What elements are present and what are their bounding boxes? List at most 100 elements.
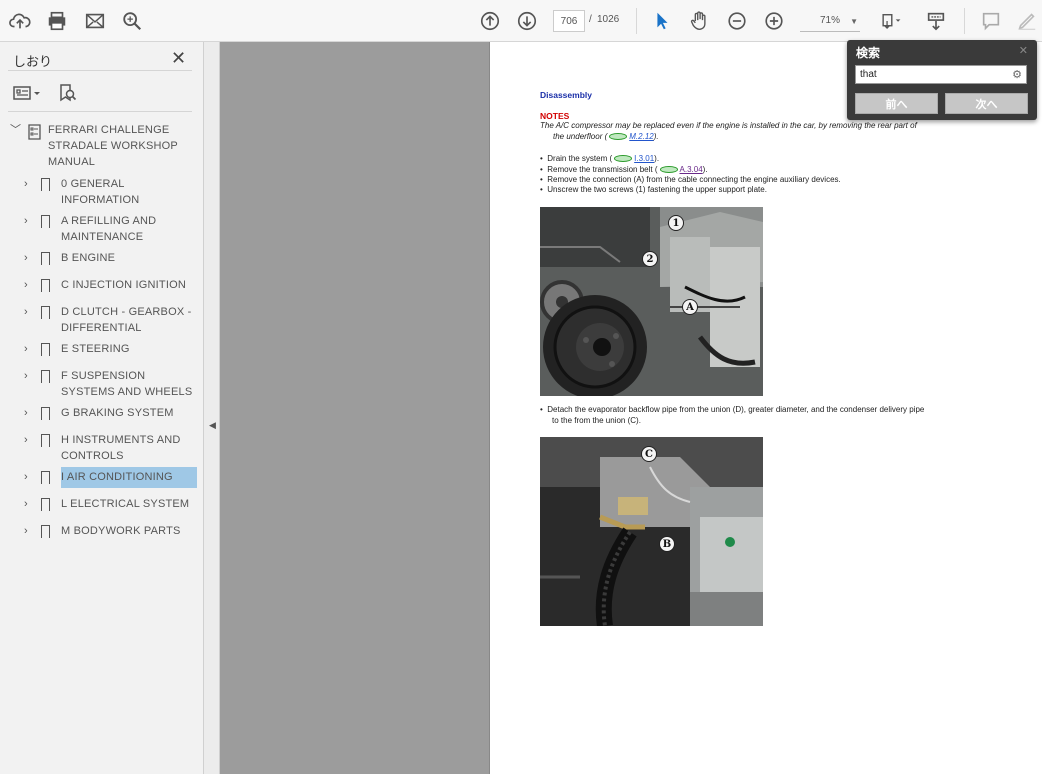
- bullet-text: Detach the evaporator backflow pipe from…: [547, 405, 925, 414]
- notes-close: ).: [653, 132, 659, 141]
- page-number-input[interactable]: 706: [553, 10, 585, 32]
- bookmark-icon: [41, 498, 50, 515]
- chevron-right-icon[interactable]: ›: [24, 496, 28, 512]
- panel-collapse-handle[interactable]: ◀: [204, 42, 220, 774]
- gear-icon[interactable]: ⚙: [1012, 68, 1022, 81]
- main-toolbar: 706 / 1026 71% ▼: [0, 0, 1042, 42]
- zoom-level-value: 71%: [819, 15, 840, 26]
- bullet-item: • Unscrew the two screws (1) fastening t…: [540, 185, 767, 194]
- find-title: 検索: [856, 46, 881, 60]
- bookmark-icon: [41, 306, 50, 323]
- close-icon[interactable]: ✕: [1019, 44, 1028, 57]
- bookmark-label: D CLUTCH - GEARBOX - DIFFERENTIAL: [61, 306, 192, 334]
- zoom-level-select[interactable]: 71% ▼: [800, 10, 860, 32]
- search-icon[interactable]: [120, 9, 144, 33]
- bullet-item: • Remove the connection (A) from the cab…: [540, 175, 841, 184]
- chevron-right-icon[interactable]: ›: [24, 523, 28, 539]
- divider: [8, 70, 192, 71]
- chevron-right-icon[interactable]: ›: [24, 304, 28, 320]
- bookmark-icon: [41, 407, 50, 424]
- bookmark-icon: [41, 434, 50, 451]
- page-separator: /: [589, 14, 592, 25]
- print-icon[interactable]: [45, 9, 69, 33]
- callout-label: B: [659, 536, 675, 552]
- bullet-link[interactable]: A.3.04: [680, 165, 703, 174]
- pdf-page: Disassembly NOTES The A/C compressor may…: [489, 42, 1042, 774]
- chevron-right-icon[interactable]: ›: [24, 277, 28, 293]
- chevron-right-icon[interactable]: ›: [24, 250, 28, 266]
- chevron-right-icon[interactable]: ›: [24, 176, 28, 192]
- zoom-in-icon[interactable]: [762, 9, 786, 33]
- find-input-value: that: [860, 69, 877, 80]
- chevron-right-icon[interactable]: ›: [24, 368, 28, 384]
- bullet-text: Drain the system (: [547, 154, 613, 163]
- bookmark-label: G BRAKING SYSTEM: [61, 407, 174, 419]
- notes-text: The A/C compressor may be replaced even …: [540, 121, 917, 130]
- chevron-right-icon[interactable]: ›: [24, 213, 28, 229]
- bookmark-icon: [41, 370, 50, 387]
- pen-icon[interactable]: [1015, 9, 1039, 33]
- bookmark-icon: [41, 525, 50, 542]
- chevron-right-icon[interactable]: ›: [24, 405, 28, 421]
- bookmark-label: M BODYWORK PARTS: [61, 525, 181, 537]
- bookmark-label: I AIR CONDITIONING: [61, 467, 197, 488]
- section-heading: Disassembly: [540, 90, 592, 100]
- bookmark-options-icon[interactable]: [13, 85, 43, 104]
- comment-icon[interactable]: [979, 9, 1003, 33]
- leaf-link-icon: [659, 166, 678, 174]
- bookmark-label: F SUSPENSION SYSTEMS AND WHEELS: [61, 370, 193, 398]
- cloud-upload-icon[interactable]: [8, 9, 32, 33]
- toolbar-divider: [636, 8, 637, 34]
- notes-title: NOTES: [540, 111, 570, 121]
- scroll-mode-icon[interactable]: [924, 9, 948, 33]
- document-background: [220, 42, 489, 774]
- next-page-icon[interactable]: [515, 9, 539, 33]
- page-total: 1026: [597, 14, 620, 25]
- bookmark-label: B ENGINE: [61, 252, 116, 264]
- callout-label: 2: [642, 251, 658, 267]
- chevron-down-icon: ▼: [850, 17, 858, 26]
- chevron-down-icon[interactable]: ﹀: [10, 122, 21, 138]
- chevron-right-icon[interactable]: ›: [24, 469, 28, 485]
- document-outline-icon: [28, 124, 41, 145]
- bookmark-icon: [41, 343, 50, 360]
- notes-link[interactable]: M.2.12: [629, 132, 653, 141]
- bookmark-label: E STEERING: [61, 343, 130, 355]
- bookmark-icon: [41, 178, 50, 195]
- bookmark-label: 0 GENERAL INFORMATION: [61, 178, 140, 206]
- bullet-text: Remove the transmission belt (: [547, 165, 658, 174]
- engine-photo-1: 1 2 A: [540, 207, 763, 396]
- bullet-tail: ).: [702, 165, 708, 174]
- bullet-item: • Detach the evaporator backflow pipe fr…: [540, 405, 925, 414]
- chevron-right-icon[interactable]: ›: [24, 341, 28, 357]
- bullet-text: Remove the connection (A) from the cable…: [547, 175, 841, 184]
- leaf-link-icon: [614, 155, 633, 163]
- collapse-arrow-icon[interactable]: ◀: [209, 420, 216, 431]
- bookmark-icon: [41, 471, 50, 488]
- chevron-right-icon[interactable]: ›: [24, 432, 28, 448]
- find-input[interactable]: that ⚙: [855, 65, 1027, 84]
- find-panel: 検索 ✕ that ⚙ 前へ 次へ: [847, 40, 1037, 120]
- leaf-link-icon: [609, 133, 628, 141]
- callout-label: 1: [668, 215, 684, 231]
- find-previous-button[interactable]: 前へ: [855, 93, 938, 114]
- notes-text-2: the underfloor (M.2.12).: [553, 132, 659, 141]
- hand-tool-icon[interactable]: [687, 9, 711, 33]
- mail-icon[interactable]: [83, 9, 107, 33]
- select-cursor-icon[interactable]: [650, 9, 674, 33]
- bullet-item: • Remove the transmission belt (A.3.04).: [540, 165, 708, 174]
- page-fit-icon[interactable]: [876, 9, 906, 33]
- toolbar-divider: [964, 8, 965, 34]
- zoom-out-icon[interactable]: [725, 9, 749, 33]
- bookmark-search-icon[interactable]: [58, 83, 78, 106]
- bookmarks-panel: しおり ✕ ﹀ FERRARI CHALLENGE STRADALE WORKS…: [0, 42, 204, 774]
- bullet-text: Unscrew the two screws (1) fastening the…: [547, 185, 767, 194]
- bullet-item: • Drain the system (I.3.01).: [540, 154, 660, 163]
- bookmark-root-label: FERRARI CHALLENGE STRADALE WORKSHOP MANU…: [48, 124, 178, 168]
- bookmark-label: A REFILLING AND MAINTENANCE: [61, 215, 157, 243]
- previous-page-icon[interactable]: [478, 9, 502, 33]
- close-icon[interactable]: ✕: [171, 48, 186, 69]
- find-next-button[interactable]: 次へ: [945, 93, 1028, 114]
- bullet-link[interactable]: I.3.01: [634, 154, 654, 163]
- bookmark-icon: [41, 252, 50, 269]
